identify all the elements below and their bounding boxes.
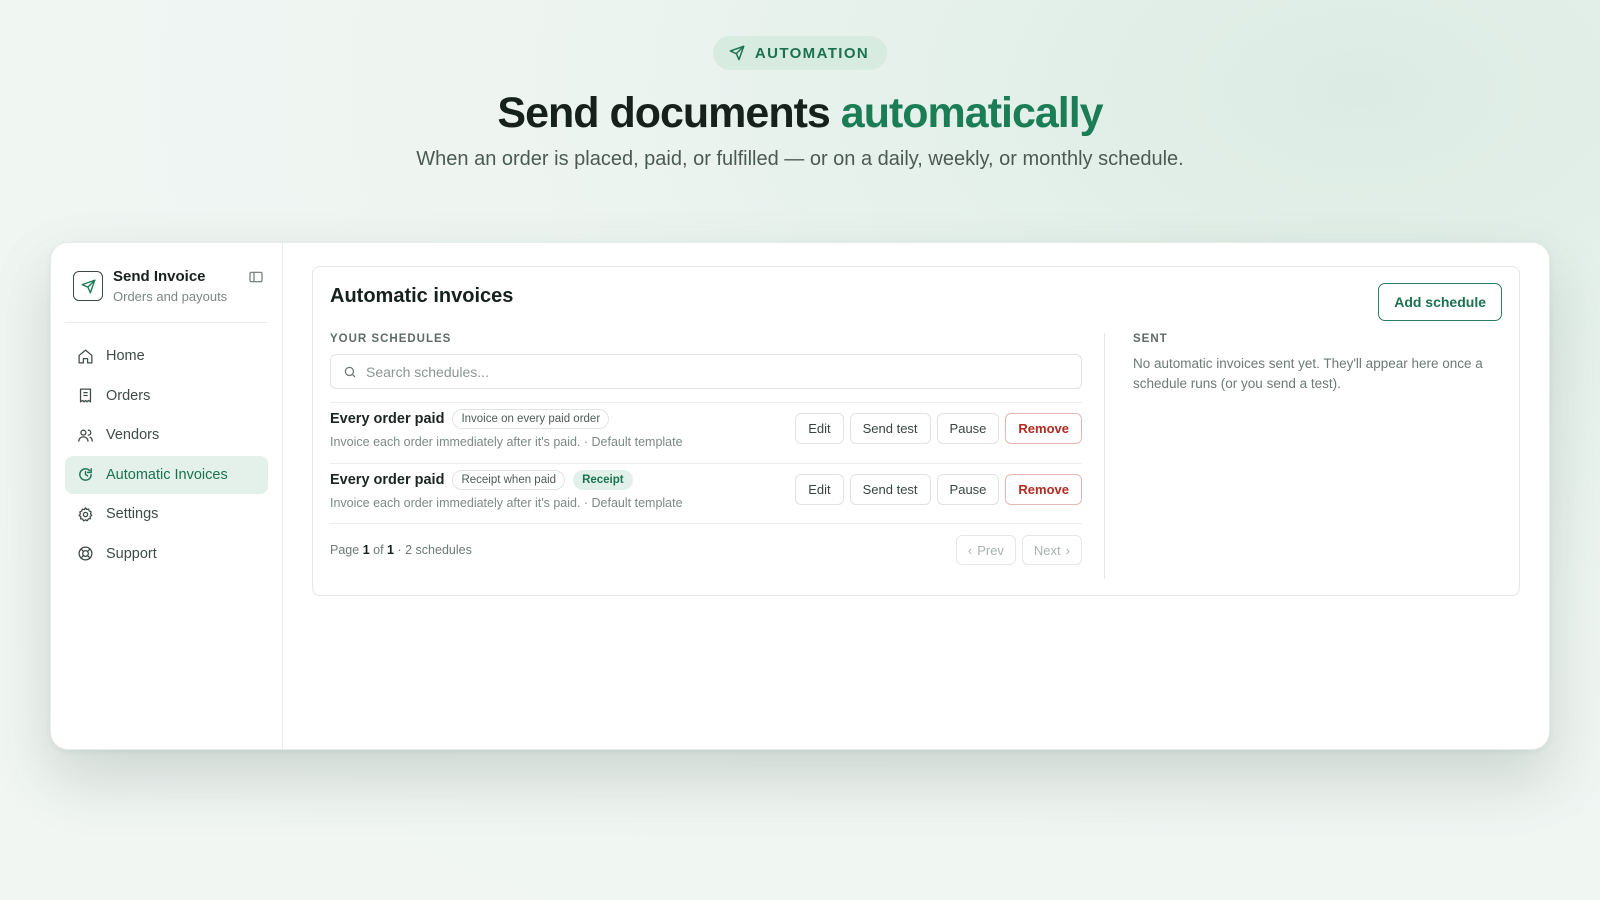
lifebuoy-icon (78, 546, 93, 561)
sent-label: SENT (1133, 333, 1168, 345)
edit-button[interactable]: Edit (795, 474, 844, 505)
sidebar-item-label: Orders (106, 387, 151, 404)
hero-title: Send documents automatically (0, 88, 1600, 138)
sidebar-item-automatic-invoices[interactable]: Automatic Invoices (65, 455, 268, 494)
sidebar-item-label: Automatic Invoices (106, 466, 228, 483)
schedule-count: · 2 schedules (397, 543, 472, 557)
main-content: Automatic invoices Add schedule YOUR SCH… (283, 243, 1549, 749)
automatic-invoices-card: Automatic invoices Add schedule YOUR SCH… (312, 266, 1520, 596)
search-box[interactable] (330, 354, 1082, 389)
badge-label: AUTOMATION (754, 44, 870, 62)
pagination: Page 1 of 1 · 2 schedules ‹ Prev Next › (330, 535, 1082, 565)
sidebar-item-label: Vendors (106, 427, 160, 443)
remove-button[interactable]: Remove (1005, 413, 1082, 444)
sidebar-item-home[interactable]: Home (65, 337, 268, 375)
sidebar-item-label: Home (106, 348, 145, 364)
page-prefix: Page (330, 543, 360, 557)
schedule-actions: Edit Send test Pause Remove (795, 413, 1082, 444)
hero-title-main: Send documents (497, 89, 830, 137)
pagination-info: Page 1 of 1 · 2 schedules (330, 543, 472, 557)
home-icon (78, 348, 93, 364)
next-page-button[interactable]: Next › (1021, 535, 1082, 565)
users-icon (78, 429, 93, 442)
send-test-button[interactable]: Send test (849, 474, 931, 505)
hero-subtitle: When an order is placed, paid, or fulfil… (416, 148, 1184, 170)
sent-empty-state: No automatic invoices sent yet. They'll … (1133, 356, 1483, 391)
refresh-icon (79, 468, 92, 481)
brand-subtitle: Orders and payouts (113, 289, 228, 304)
schedule-row: Every order paid Invoice on every paid o… (330, 402, 1082, 463)
sidebar-item-vendors[interactable]: Vendors (65, 416, 268, 454)
sent-section: SENT No automatic invoices sent yet. The… (1133, 333, 1493, 394)
pause-button[interactable]: Pause (936, 474, 1000, 505)
chevron-left-icon: ‹ (967, 542, 973, 558)
schedule-actions: Edit Send test Pause Remove (795, 474, 1082, 505)
schedule-name: Every order paid (330, 411, 445, 427)
search-input[interactable] (366, 363, 1069, 380)
receipt-icon (79, 388, 92, 403)
app-window: Send Invoice Orders and payouts Home Ord… (50, 242, 1550, 750)
brand-name: Send Invoice (113, 268, 206, 285)
sidebar-item-settings[interactable]: Settings (65, 495, 268, 533)
schedules-section: YOUR SCHEDULES Every order paid Invoice … (330, 333, 1082, 565)
add-schedule-button[interactable]: Add schedule (1378, 283, 1502, 321)
sidebar-item-support[interactable]: Support (65, 535, 268, 573)
column-divider (1104, 333, 1105, 579)
hero: AUTOMATION Send documents automatically … (0, 36, 1600, 171)
search-icon (344, 366, 356, 377)
sidebar-nav: Home Orders Vendors Automatic Invoices S… (65, 337, 268, 573)
schedule-tag: Receipt when paid (452, 470, 566, 490)
sidebar: Send Invoice Orders and payouts Home Ord… (51, 243, 283, 749)
remove-button[interactable]: Remove (1005, 474, 1082, 505)
sidebar-collapse-icon[interactable] (248, 269, 264, 285)
sidebar-item-orders[interactable]: Orders (65, 377, 268, 415)
page-title: Automatic invoices (330, 285, 514, 307)
schedule-name: Every order paid (330, 472, 445, 488)
page-of: of (373, 543, 384, 557)
schedules-label: YOUR SCHEDULES (330, 333, 452, 345)
sidebar-item-label: Support (106, 545, 157, 562)
schedule-tag: Invoice on every paid order (452, 409, 610, 429)
sidebar-item-label: Settings (106, 506, 159, 522)
chevron-right-icon: › (1065, 542, 1070, 558)
automation-badge: AUTOMATION (712, 36, 888, 70)
total-pages: 1 (387, 543, 394, 557)
next-label: Next (1033, 542, 1061, 558)
current-page: 1 (362, 543, 370, 557)
schedule-row: Every order paid Receipt when paid Recei… (330, 463, 1082, 524)
hero-title-accent: automatically (840, 89, 1104, 137)
gear-icon (78, 506, 93, 522)
send-test-button[interactable]: Send test (849, 413, 931, 444)
schedule-list: Every order paid Invoice on every paid o… (330, 402, 1082, 524)
receipt-badge: Receipt (573, 470, 633, 490)
edit-button[interactable]: Edit (795, 413, 844, 444)
send-icon (81, 279, 95, 293)
pause-button[interactable]: Pause (936, 413, 1000, 444)
brand-logo (73, 271, 103, 301)
brand: Send Invoice Orders and payouts (65, 267, 268, 323)
prev-label: Prev (977, 542, 1004, 558)
prev-page-button[interactable]: ‹ Prev (955, 535, 1016, 565)
send-icon (729, 45, 745, 61)
